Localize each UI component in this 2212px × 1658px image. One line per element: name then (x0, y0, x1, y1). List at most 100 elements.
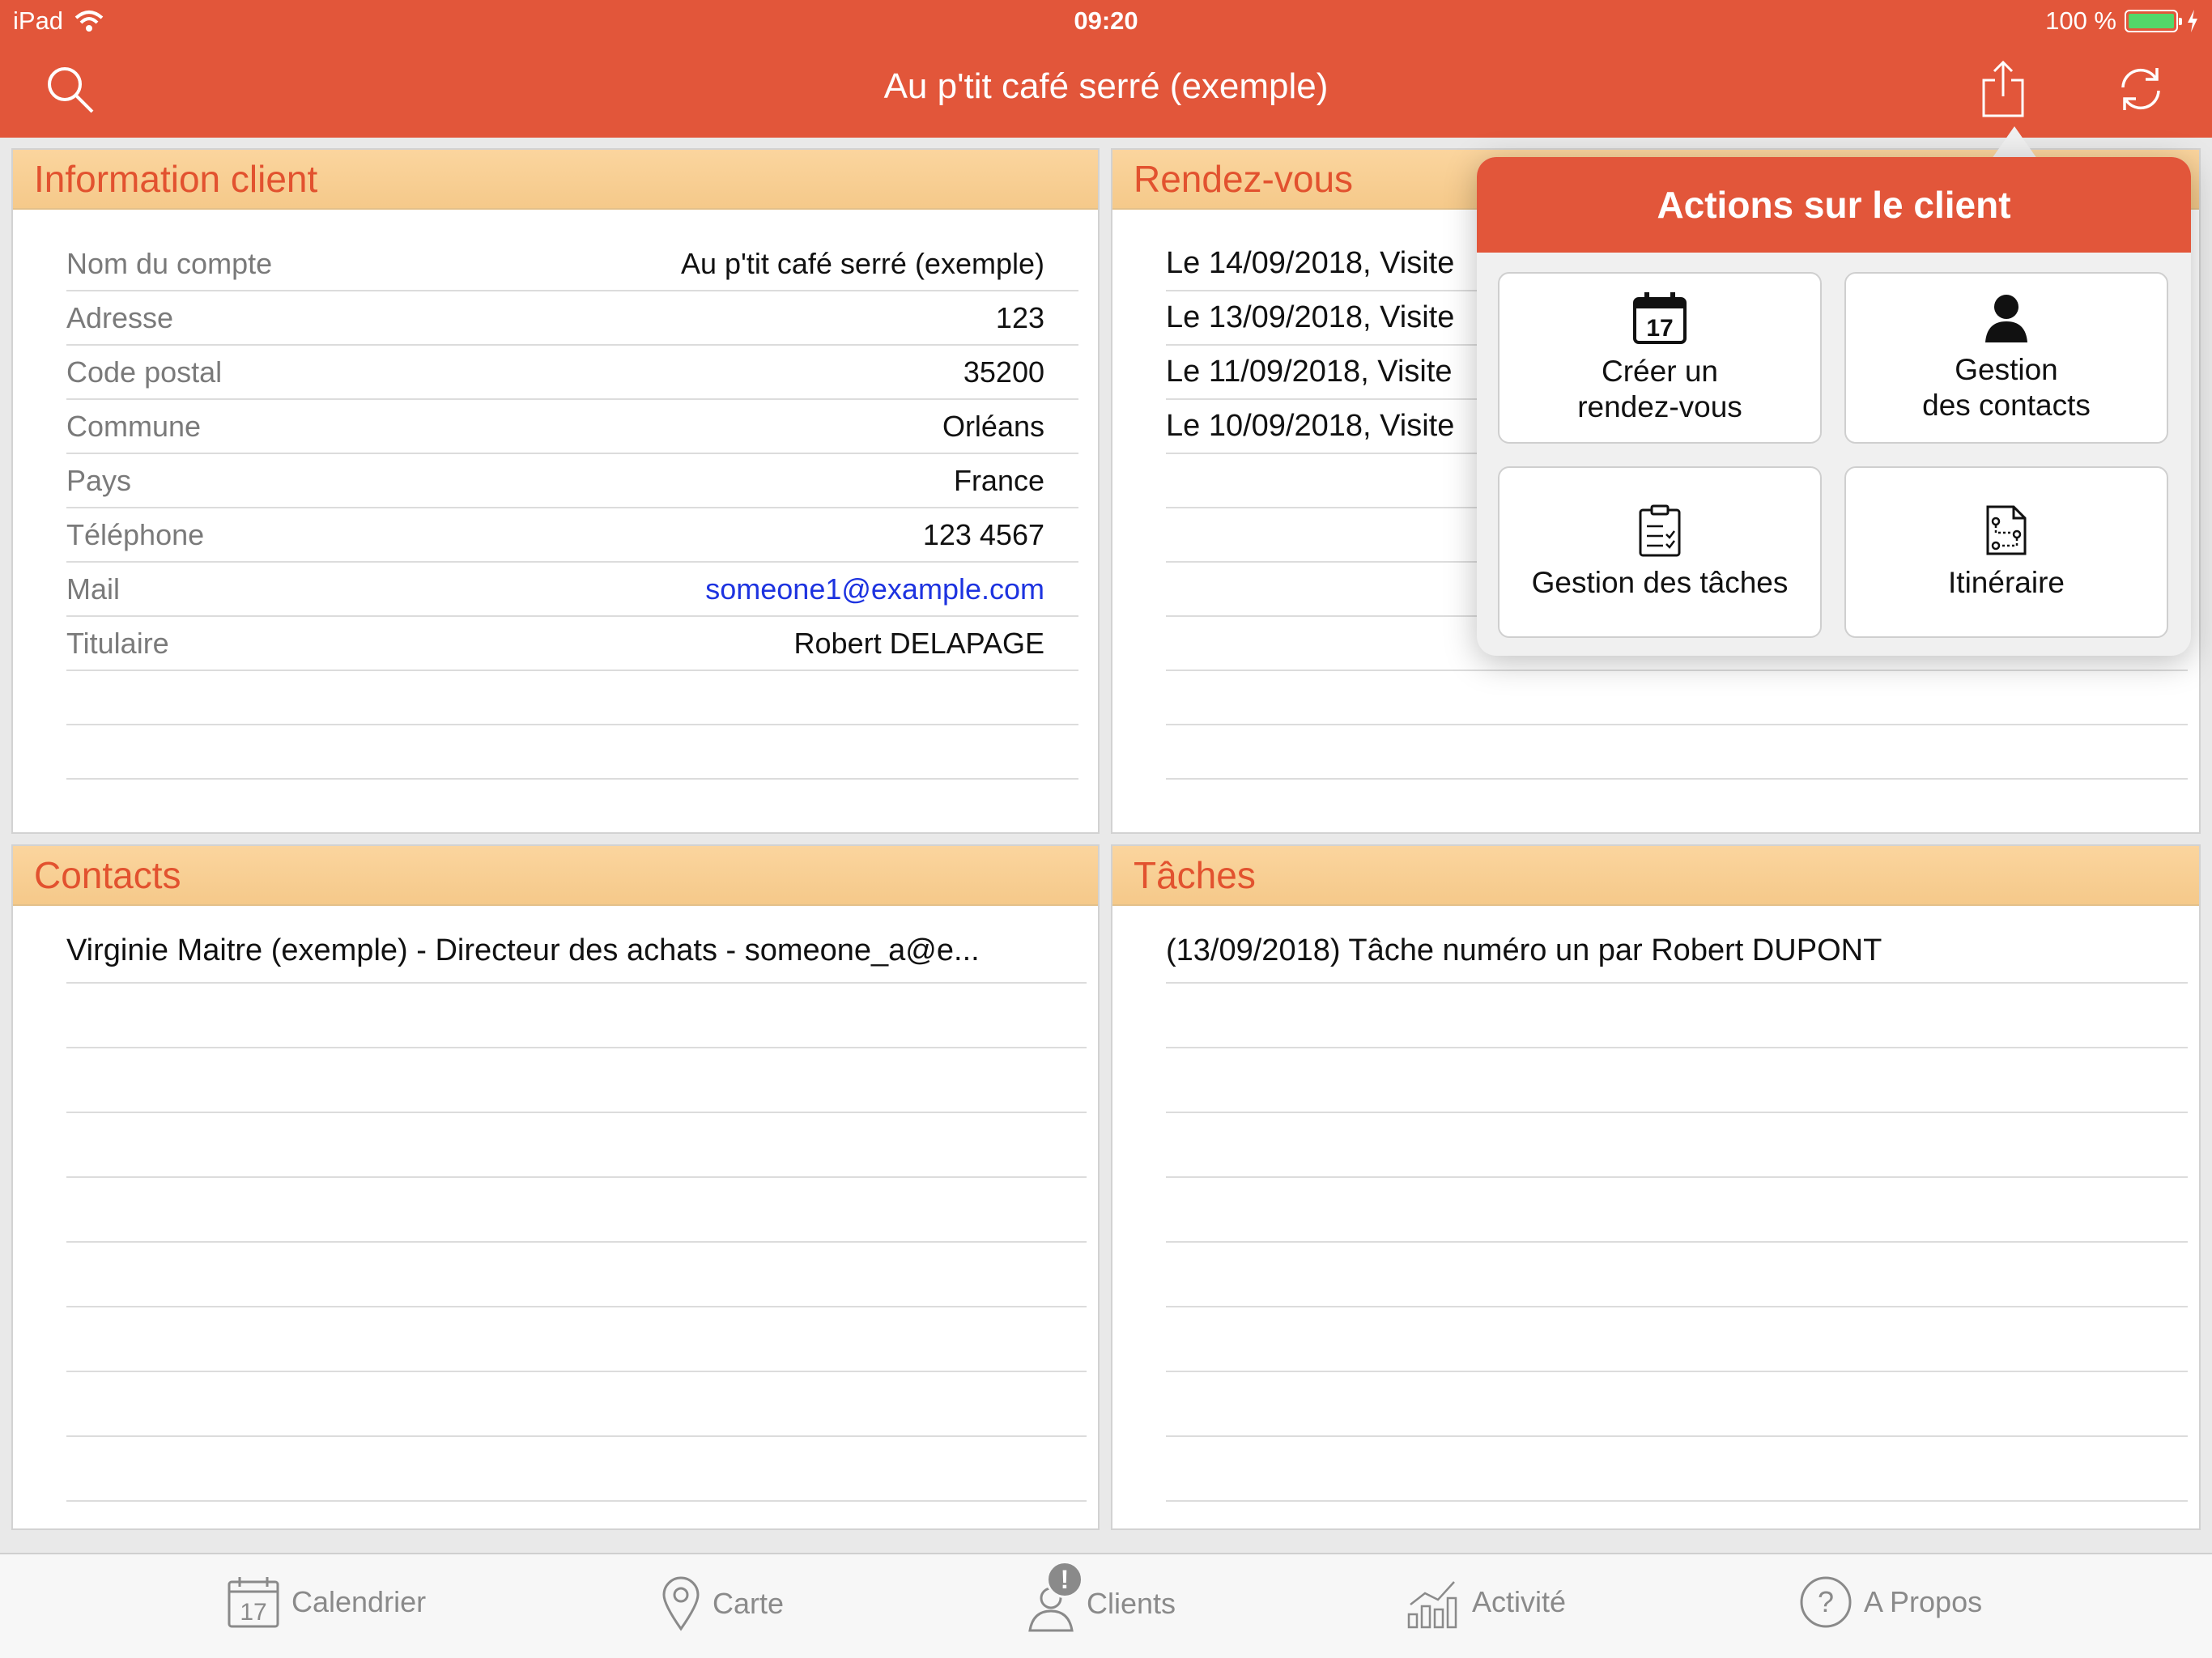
client-info-title: Information client (13, 150, 1098, 210)
info-value: France (953, 463, 1044, 497)
empty-row (66, 1372, 1087, 1437)
phone-value[interactable]: 123 4567 (923, 518, 1044, 552)
info-row-mail[interactable]: Mail someone1@example.com (66, 563, 1078, 617)
info-row-account: Nom du compte Au p'tit café serré (exempl… (66, 237, 1078, 291)
empty-row (66, 1437, 1087, 1502)
info-row-city: Commune Orléans (66, 400, 1078, 454)
calendar-icon-day: 17 (1646, 315, 1673, 342)
empty-row (1166, 1048, 2188, 1113)
client-actions-popover: Actions sur le client 17 Créer un rendez… (1477, 157, 2191, 656)
info-label: Adresse (66, 300, 174, 334)
share-icon[interactable] (1972, 58, 2034, 120)
info-value: Au p'tit café serré (exemple) (680, 246, 1044, 280)
tab-calendar[interactable]: 17 Calendrier (227, 1575, 426, 1629)
calendar-icon: 17 (228, 1577, 279, 1628)
client-info-rows: Nom du compte Au p'tit café serré (exempl… (66, 237, 1078, 780)
action-label-line1: Gestion des tâches (1531, 565, 1789, 599)
tab-label: Activité (1472, 1585, 1567, 1618)
empty-row (1166, 1178, 2188, 1243)
person-icon (1985, 294, 2027, 342)
info-value: Robert DELAPAGE (793, 626, 1044, 660)
contact-item[interactable]: Virginie Maitre (exemple) - Directeur de… (66, 919, 1087, 984)
tab-calendar-day: 17 (240, 1599, 266, 1626)
empty-row (66, 1243, 1087, 1307)
empty-row (1166, 1307, 2188, 1372)
tasks-panel: Tâches (13/09/2018) Tâche numéro un par … (1111, 844, 2201, 1530)
refresh-icon[interactable] (2110, 58, 2172, 120)
clients-badge: ! (1046, 1561, 1083, 1598)
info-row-owner: Titulaire Robert DELAPAGE (66, 617, 1078, 671)
calendar-icon: 17 (1633, 291, 1687, 344)
manage-tasks-button[interactable]: Gestion des tâches (1498, 466, 1822, 638)
popover-arrow (1992, 126, 2037, 159)
map-pin-icon (662, 1576, 700, 1631)
mail-link[interactable]: someone1@example.com (705, 572, 1044, 606)
contacts-panel: Contacts Virginie Maitre (exemple) - Dir… (11, 844, 1100, 1530)
empty-row (1166, 1113, 2188, 1178)
tab-about[interactable]: ? A Propos (1799, 1575, 1982, 1629)
info-label: Code postal (66, 355, 223, 389)
task-item[interactable]: (13/09/2018) Tâche numéro un par Robert … (1166, 919, 2188, 984)
info-value: 35200 (963, 355, 1044, 389)
clients-icon-wrap: ! (1027, 1561, 1083, 1632)
info-row-postal-code: Code postal 35200 (66, 346, 1078, 400)
info-row-address: Adresse 123 (66, 291, 1078, 346)
tab-label: Clients (1087, 1587, 1176, 1620)
action-label-line1: Gestion (1955, 352, 2058, 386)
empty-row (1166, 725, 2188, 780)
empty-row (1166, 984, 2188, 1048)
empty-row (66, 671, 1078, 725)
info-row-phone[interactable]: Téléphone 123 4567 (66, 508, 1078, 563)
tab-activity[interactable]: Activité (1406, 1575, 1566, 1629)
empty-row (66, 1307, 1087, 1372)
info-label: Titulaire (66, 626, 169, 660)
info-row-country: Pays France (66, 454, 1078, 508)
tasks-list: (13/09/2018) Tâche numéro un par Robert … (1166, 919, 2188, 1502)
client-info-panel: Information client Nom du compte Au p'tit… (11, 148, 1100, 834)
popover-title: Actions sur le client (1477, 157, 2191, 253)
empty-row (1166, 1372, 2188, 1437)
action-label-line1: Itinéraire (1948, 565, 2065, 599)
help-icon-glyph: ? (1818, 1585, 1834, 1618)
tab-label: Carte (713, 1587, 785, 1620)
status-time: 09:20 (1074, 6, 1138, 35)
clipboard-icon (1639, 504, 1681, 557)
charging-icon (2188, 10, 2197, 32)
info-value: Orléans (942, 409, 1044, 443)
info-label: Commune (66, 409, 202, 443)
tab-label: A Propos (1864, 1585, 1983, 1618)
tasks-title: Tâches (1112, 846, 2199, 906)
battery-icon (2125, 10, 2182, 32)
help-icon: ? (1800, 1576, 1852, 1628)
manage-contacts-button[interactable]: Gestion des contacts (1844, 272, 2168, 444)
empty-row (1166, 1243, 2188, 1307)
contacts-list: Virginie Maitre (exemple) - Directeur de… (66, 919, 1087, 1502)
create-appointment-button[interactable]: 17 Créer un rendez-vous (1498, 272, 1822, 444)
top-bar: iPad 09:20 100 % Au p'tit café serré (ex… (0, 0, 2212, 138)
info-label: Nom du compte (66, 246, 273, 280)
empty-row (1166, 1437, 2188, 1502)
battery-percent: 100 % (2045, 6, 2116, 35)
tab-label: Calendrier (291, 1585, 427, 1618)
action-label-line2: des contacts (1922, 389, 2091, 422)
tab-bar: 17 Calendrier Carte ! Clients Activité ?… (0, 1553, 2212, 1658)
empty-row (66, 725, 1078, 780)
tab-clients[interactable]: ! Clients (1027, 1561, 1176, 1632)
empty-row (66, 1048, 1087, 1113)
empty-row (66, 984, 1087, 1048)
info-label: Téléphone (66, 517, 205, 551)
itinerary-button[interactable]: Itinéraire (1844, 466, 2168, 638)
info-label: Mail (66, 572, 121, 606)
route-icon (1986, 505, 2027, 555)
tab-map[interactable]: Carte (661, 1575, 784, 1632)
status-right: 100 % (2045, 6, 2199, 36)
info-label: Pays (66, 463, 132, 497)
activity-icon (1407, 1581, 1457, 1629)
page-title: Au p'tit café serré (exemple) (883, 66, 1329, 106)
empty-row (66, 1113, 1087, 1178)
info-value: 123 (995, 300, 1044, 334)
empty-row (66, 1178, 1087, 1243)
action-label-line1: Créer un (1602, 354, 1718, 388)
empty-row (1166, 671, 2188, 725)
contacts-title: Contacts (13, 846, 1098, 906)
